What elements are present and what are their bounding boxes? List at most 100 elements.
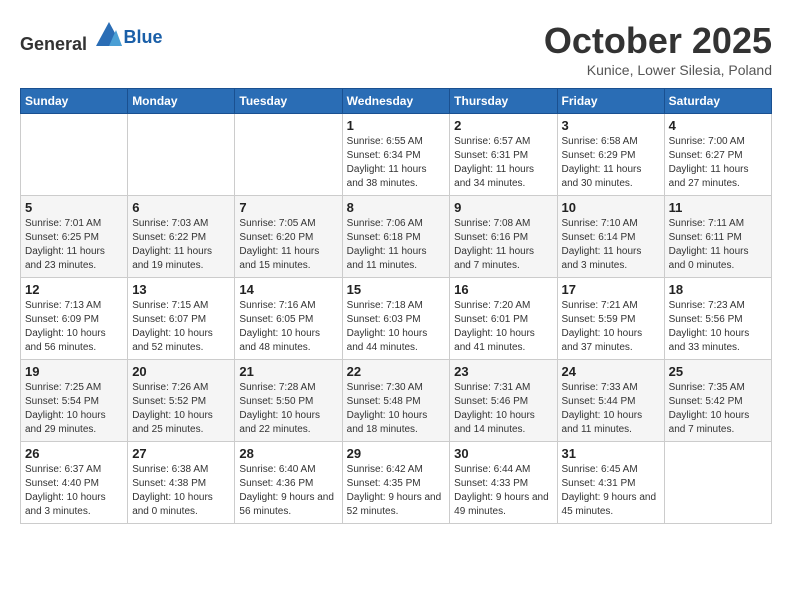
weekday-header-tuesday: Tuesday — [235, 89, 342, 114]
day-info: Sunrise: 7:23 AMSunset: 5:56 PMDaylight:… — [669, 299, 767, 355]
day-info: Sunrise: 7:33 AMSunset: 5:44 PMDaylight:… — [562, 381, 660, 437]
calendar-cell: 23 Sunrise: 7:31 AMSunset: 5:46 PMDayligh… — [450, 360, 557, 442]
day-number: 31 — [562, 446, 660, 461]
day-number: 23 — [454, 364, 552, 379]
calendar-cell: 1Sunrise: 6:55 AMSunset: 6:34 PMDaylight… — [342, 114, 450, 196]
weekday-header-friday: Friday — [557, 89, 664, 114]
day-number: 26 — [25, 446, 123, 461]
day-info: Sunrise: 7:35 AMSunset: 5:42 PMDaylight:… — [669, 381, 767, 437]
logo-blue: Blue — [124, 27, 163, 48]
calendar-cell: 26 Sunrise: 6:37 AMSunset: 4:40 PMDayligh… — [21, 442, 128, 524]
page-header: General Blue October 2025 Kunice, Lower … — [20, 20, 772, 78]
calendar-cell: 3Sunrise: 6:58 AMSunset: 6:29 PMDaylight… — [557, 114, 664, 196]
calendar-cell — [128, 114, 235, 196]
calendar-cell: 6 Sunrise: 7:03 AMSunset: 6:22 PMDaylight… — [128, 196, 235, 278]
day-info: Sunrise: 7:00 AMSunset: 6:27 PMDaylight:… — [669, 135, 767, 191]
day-number: 30 — [454, 446, 552, 461]
calendar-cell: 28 Sunrise: 6:40 AMSunset: 4:36 PMDayligh… — [235, 442, 342, 524]
day-info: Sunrise: 7:18 AMSunset: 6:03 PMDaylight:… — [347, 299, 446, 355]
calendar-cell: 20Sunrise: 7:26 AMSunset: 5:52 PMDayligh… — [128, 360, 235, 442]
weekday-header-saturday: Saturday — [664, 89, 771, 114]
calendar-cell: 19Sunrise: 7:25 AMSunset: 5:54 PMDayligh… — [21, 360, 128, 442]
calendar-cell: 21Sunrise: 7:28 AMSunset: 5:50 PMDayligh… — [235, 360, 342, 442]
day-info: Sunrise: 7:01 AMSunset: 6:25 PMDaylight:… — [25, 217, 123, 273]
day-number: 20 — [132, 364, 230, 379]
day-number: 12 — [25, 282, 123, 297]
day-info: Sunrise: 7:05 AMSunset: 6:20 PMDaylight:… — [239, 217, 337, 273]
day-info: Sunrise: 6:45 AMSunset: 4:31 PMDaylight:… — [562, 463, 660, 519]
day-info: Sunrise: 6:57 AMSunset: 6:31 PMDaylight:… — [454, 135, 552, 191]
calendar-cell — [21, 114, 128, 196]
day-info: Sunrise: 7:31 AMSunset: 5:46 PMDaylight:… — [454, 381, 552, 437]
day-info: Sunrise: 7:03 AMSunset: 6:22 PMDaylight:… — [132, 217, 230, 273]
calendar-cell: 14 Sunrise: 7:16 AMSunset: 6:05 PMDayligh… — [235, 278, 342, 360]
calendar-cell: 18 Sunrise: 7:23 AMSunset: 5:56 PMDayligh… — [664, 278, 771, 360]
day-number: 24 — [562, 364, 660, 379]
day-number: 2 — [454, 118, 552, 133]
day-info: Sunrise: 6:37 AMSunset: 4:40 PMDaylight:… — [25, 463, 123, 519]
day-info: Sunrise: 7:28 AMSunset: 5:50 PMDaylight:… — [239, 381, 337, 437]
calendar-cell: 13 Sunrise: 7:15 AMSunset: 6:07 PMDayligh… — [128, 278, 235, 360]
day-number: 9 — [454, 200, 552, 215]
day-info: Sunrise: 7:10 AMSunset: 6:14 PMDaylight:… — [562, 217, 660, 273]
calendar-week-4: 19Sunrise: 7:25 AMSunset: 5:54 PMDayligh… — [21, 360, 772, 442]
weekday-header-thursday: Thursday — [450, 89, 557, 114]
calendar-week-3: 12 Sunrise: 7:13 AMSunset: 6:09 PMDayligh… — [21, 278, 772, 360]
day-info: Sunrise: 7:20 AMSunset: 6:01 PMDaylight:… — [454, 299, 552, 355]
day-info: Sunrise: 7:06 AMSunset: 6:18 PMDaylight:… — [347, 217, 446, 273]
day-info: Sunrise: 7:21 AMSunset: 5:59 PMDaylight:… — [562, 299, 660, 355]
calendar-cell: 17 Sunrise: 7:21 AMSunset: 5:59 PMDayligh… — [557, 278, 664, 360]
calendar-week-5: 26 Sunrise: 6:37 AMSunset: 4:40 PMDayligh… — [21, 442, 772, 524]
day-number: 4 — [669, 118, 767, 133]
day-number: 1 — [347, 118, 446, 133]
calendar-cell: 25Sunrise: 7:35 AMSunset: 5:42 PMDayligh… — [664, 360, 771, 442]
calendar-cell: 7 Sunrise: 7:05 AMSunset: 6:20 PMDaylight… — [235, 196, 342, 278]
day-number: 14 — [239, 282, 337, 297]
calendar-cell: 8Sunrise: 7:06 AMSunset: 6:18 PMDaylight… — [342, 196, 450, 278]
day-info: Sunrise: 7:30 AMSunset: 5:48 PMDaylight:… — [347, 381, 446, 437]
logo: General Blue — [20, 20, 163, 55]
day-info: Sunrise: 7:13 AMSunset: 6:09 PMDaylight:… — [25, 299, 123, 355]
day-info: Sunrise: 7:16 AMSunset: 6:05 PMDaylight:… — [239, 299, 337, 355]
calendar-cell — [235, 114, 342, 196]
day-info: Sunrise: 6:38 AMSunset: 4:38 PMDaylight:… — [132, 463, 230, 519]
calendar-week-1: 1Sunrise: 6:55 AMSunset: 6:34 PMDaylight… — [21, 114, 772, 196]
calendar-cell: 31 Sunrise: 6:45 AMSunset: 4:31 PMDayligh… — [557, 442, 664, 524]
weekday-header-sunday: Sunday — [21, 89, 128, 114]
calendar-cell: 27 Sunrise: 6:38 AMSunset: 4:38 PMDayligh… — [128, 442, 235, 524]
calendar-cell: 30 Sunrise: 6:44 AMSunset: 4:33 PMDayligh… — [450, 442, 557, 524]
day-number: 22 — [347, 364, 446, 379]
day-info: Sunrise: 7:08 AMSunset: 6:16 PMDaylight:… — [454, 217, 552, 273]
day-number: 10 — [562, 200, 660, 215]
day-number: 17 — [562, 282, 660, 297]
day-info: Sunrise: 6:40 AMSunset: 4:36 PMDaylight:… — [239, 463, 337, 519]
month-title: October 2025 — [544, 20, 772, 62]
day-number: 16 — [454, 282, 552, 297]
calendar-cell: 16 Sunrise: 7:20 AMSunset: 6:01 PMDayligh… — [450, 278, 557, 360]
calendar-cell: 24 Sunrise: 7:33 AMSunset: 5:44 PMDayligh… — [557, 360, 664, 442]
day-number: 7 — [239, 200, 337, 215]
calendar-cell: 12 Sunrise: 7:13 AMSunset: 6:09 PMDayligh… — [21, 278, 128, 360]
day-number: 18 — [669, 282, 767, 297]
calendar-table: SundayMondayTuesdayWednesdayThursdayFrid… — [20, 88, 772, 524]
calendar-header-row: SundayMondayTuesdayWednesdayThursdayFrid… — [21, 89, 772, 114]
day-number: 13 — [132, 282, 230, 297]
day-number: 27 — [132, 446, 230, 461]
day-number: 11 — [669, 200, 767, 215]
weekday-header-wednesday: Wednesday — [342, 89, 450, 114]
day-info: Sunrise: 6:44 AMSunset: 4:33 PMDaylight:… — [454, 463, 552, 519]
day-number: 28 — [239, 446, 337, 461]
calendar-cell: 22 Sunrise: 7:30 AMSunset: 5:48 PMDayligh… — [342, 360, 450, 442]
calendar-cell: 5 Sunrise: 7:01 AMSunset: 6:25 PMDaylight… — [21, 196, 128, 278]
day-info: Sunrise: 6:58 AMSunset: 6:29 PMDaylight:… — [562, 135, 660, 191]
calendar-cell: 15Sunrise: 7:18 AMSunset: 6:03 PMDayligh… — [342, 278, 450, 360]
day-number: 6 — [132, 200, 230, 215]
location-title: Kunice, Lower Silesia, Poland — [544, 62, 772, 78]
day-number: 19 — [25, 364, 123, 379]
calendar-cell: 10 Sunrise: 7:10 AMSunset: 6:14 PMDayligh… — [557, 196, 664, 278]
title-block: October 2025 Kunice, Lower Silesia, Pola… — [544, 20, 772, 78]
day-info: Sunrise: 7:15 AMSunset: 6:07 PMDaylight:… — [132, 299, 230, 355]
logo-general: General — [20, 34, 87, 54]
calendar-cell — [664, 442, 771, 524]
day-number: 5 — [25, 200, 123, 215]
